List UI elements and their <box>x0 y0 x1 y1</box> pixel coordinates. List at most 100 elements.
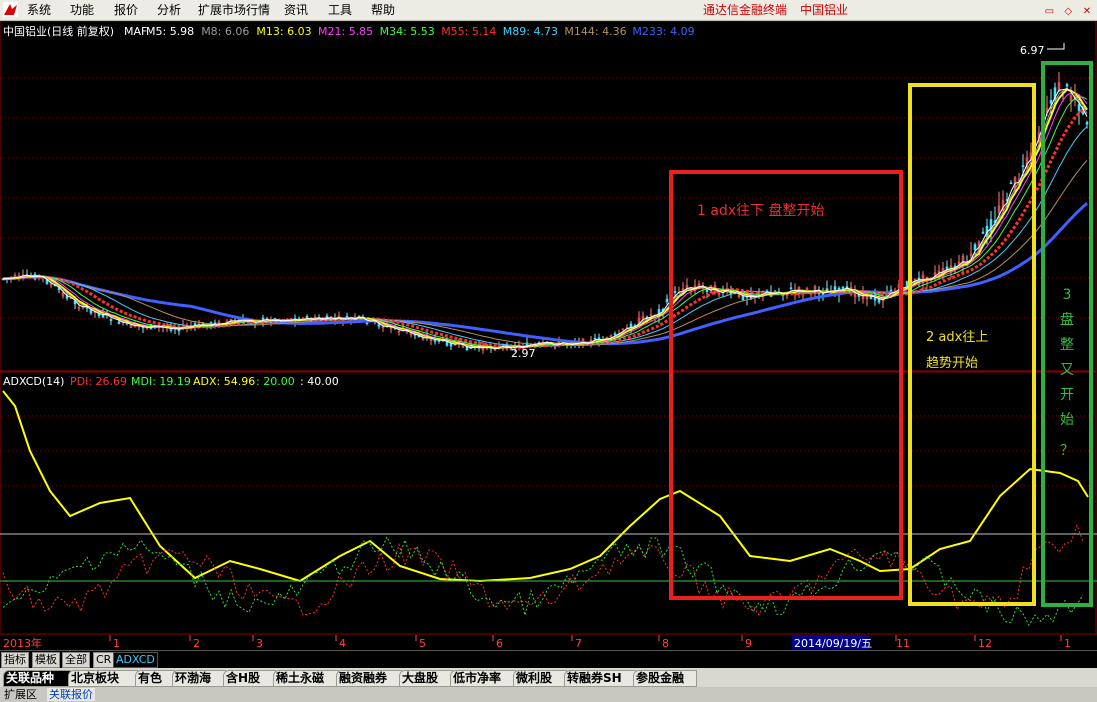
tab-adxcd[interactable]: ADXCD <box>113 652 158 668</box>
indicator-tab-bar: 指标 模板 全部 CR ADXCD <box>0 650 1097 668</box>
block-tab-beijing[interactable]: 北京板块 <box>68 670 138 687</box>
x-axis: 2013年 1 2 3 4 5 6 7 8 9 2014/09/19/五 11 … <box>3 635 1071 650</box>
menu-help[interactable]: 帮助 <box>371 2 395 18</box>
adx-value-label: ADX: 54.96 <box>193 375 255 388</box>
menu-bar: 系统 功能 报价 分析 扩展市场行情 资讯 工具 帮助 通达信金融终端 中国铝业… <box>0 0 1097 21</box>
tab-template[interactable]: 模板 <box>32 652 60 668</box>
block-tab-large-cap[interactable]: 大盘股 <box>399 670 453 687</box>
block-tab-finance[interactable]: 参股金融 <box>633 670 697 687</box>
adx-line <box>2 390 1089 583</box>
annotation-text-3: 3 盘 整 又 开 始 ？ <box>1060 287 1074 459</box>
candlesticks <box>1 72 1089 354</box>
ma-line-m8 <box>2 87 1088 349</box>
adx-panel-frame <box>0 371 1097 635</box>
candle-body <box>665 298 669 303</box>
x-tick: 4 <box>339 637 346 650</box>
adx-lines <box>2 390 1089 627</box>
x-tick: 5 <box>419 637 426 650</box>
candle-body <box>973 244 977 250</box>
ma-legend-item: M144: 4.36 <box>564 25 626 38</box>
annotation-char: 始 <box>1060 412 1074 428</box>
tab-indicator[interactable]: 指标 <box>1 652 29 668</box>
menu-system[interactable]: 系统 <box>27 2 51 18</box>
x-tick: 11 <box>896 637 910 650</box>
adx-label: ADXCD(14) <box>3 375 64 388</box>
block-tab-h-share[interactable]: 含H股 <box>223 670 276 687</box>
menu-tools[interactable]: 工具 <box>328 2 352 18</box>
candle-body <box>1085 121 1089 125</box>
stock-title: 中国铝业 <box>800 3 849 17</box>
annotation-char: 3 <box>1063 287 1072 303</box>
maximize-icon[interactable]: ◇ <box>1062 6 1074 18</box>
block-tab-bohai[interactable]: 环渤海 <box>172 670 226 687</box>
close-icon[interactable]: ✕ <box>1081 6 1093 18</box>
expand-area-tab[interactable]: 扩展区 <box>2 688 39 701</box>
candle-body <box>109 319 113 321</box>
menu-news[interactable]: 资讯 <box>284 2 308 18</box>
ma-line-m21 <box>2 91 1088 349</box>
pdi-label: PDI: 26.69 <box>70 375 127 388</box>
annotation-text-2b: 趋势开始 <box>926 355 978 371</box>
candle-body <box>945 266 949 270</box>
menu-extended-market[interactable]: 扩展市场行情 <box>198 2 270 18</box>
candle-body <box>673 290 677 293</box>
pdi-line <box>2 523 1084 617</box>
candle-body <box>905 281 909 286</box>
level-20-label: : 20.00 <box>256 375 295 388</box>
ma-legend-item: M89: 4.73 <box>503 25 558 38</box>
high-price-label: 6.97 <box>1020 44 1045 57</box>
block-tab-related[interactable]: 关联品种 <box>3 670 71 687</box>
ma-line-m5 <box>2 88 1088 350</box>
sector-tab-bar: 关联品种 北京板块 有色 环渤海 含H股 稀土永磁 融资融券 大盘股 低市净率 … <box>0 668 1097 687</box>
candle-body <box>1065 84 1069 87</box>
menu-function[interactable]: 功能 <box>70 2 94 18</box>
block-tab-low-pb[interactable]: 低市净率 <box>450 670 516 687</box>
annotation-box-reconsolidation <box>1041 61 1093 607</box>
block-tab-low-profit[interactable]: 微利股 <box>513 670 567 687</box>
ma-line-m233 <box>2 202 1088 346</box>
ma-legend-item: M233: 4.09 <box>632 25 694 38</box>
block-tab-margin[interactable]: 融资融券 <box>336 670 402 687</box>
candle-body <box>841 286 845 289</box>
candle-body <box>1049 99 1053 104</box>
annotation-char: ？ <box>1060 443 1074 459</box>
tab-all[interactable]: 全部 <box>62 652 90 668</box>
x-tick: 1 <box>1064 637 1071 650</box>
x-tick: 8 <box>662 637 669 650</box>
x-tick: 2013年 <box>3 636 42 650</box>
annotation-char: 整 <box>1060 337 1074 353</box>
mdi-label: MDI: 19.19 <box>131 375 191 388</box>
candle-body <box>705 289 709 292</box>
high-price-marker <box>1047 43 1065 50</box>
x-tick: 1 <box>113 637 120 650</box>
chart-area[interactable]: 中国铝业(日线 前复权) MAF M5: 5.98 M8: 6.06 M13: 6.… <box>0 20 1097 650</box>
candle-body <box>789 287 793 290</box>
ma-legend-item: M13: 6.03 <box>256 25 311 38</box>
selected-date: 2014/09/19/五 <box>794 637 872 650</box>
candle-body <box>1009 182 1013 185</box>
x-tick: 6 <box>496 637 503 650</box>
low-price-label: 2.97 <box>511 347 536 360</box>
ma-legend-item: M8: 6.06 <box>201 25 249 38</box>
chart-svg[interactable]: 中国铝业(日线 前复权) MAF M5: 5.98 M8: 6.06 M13: 6.… <box>0 20 1097 650</box>
app-title: 通达信金融终端 <box>703 3 788 17</box>
window-controls: ▭ ◇ ✕ <box>1040 3 1093 18</box>
moving-average-lines <box>2 87 1088 350</box>
candle-body <box>305 316 309 319</box>
block-tab-nonferrous[interactable]: 有色 <box>135 670 175 687</box>
candle-body <box>1021 165 1025 167</box>
ma-line-m13 <box>2 88 1088 350</box>
block-tab-sh-lending[interactable]: 转融券SH <box>564 670 636 687</box>
related-quote-tab[interactable]: 关联报价 <box>47 688 95 701</box>
menu-quote[interactable]: 报价 <box>114 2 138 18</box>
ma-legend: M5: 5.98 M8: 6.06 M13: 6.03 M21: 5.85 M34: 5… <box>146 25 695 38</box>
ma-line-m55 <box>2 105 1088 349</box>
block-tab-rare-earth[interactable]: 稀土永磁 <box>273 670 339 687</box>
ma-legend-item: M5: 5.98 <box>146 25 194 38</box>
minimize-icon[interactable]: ▭ <box>1043 6 1055 18</box>
stock-label: 中国铝业(日线 前复权) <box>3 24 114 38</box>
candle-body <box>981 231 985 234</box>
tab-cr[interactable]: CR <box>93 652 115 668</box>
candle-body <box>1077 104 1081 111</box>
menu-analysis[interactable]: 分析 <box>157 2 181 18</box>
